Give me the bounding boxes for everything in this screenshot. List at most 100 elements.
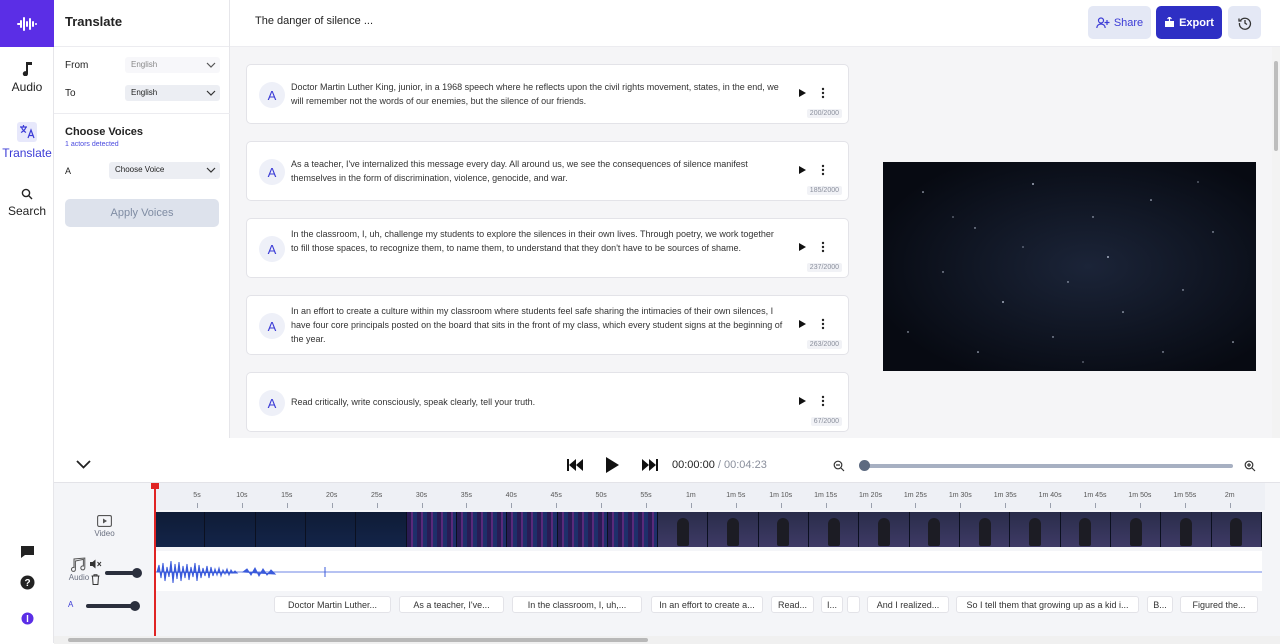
volume-handle[interactable] [132,568,142,578]
to-language-select[interactable]: English [125,85,220,101]
audio-label: Audio [68,573,90,582]
left-rail: Audio Translate Search ? [0,0,54,643]
zoom-out-icon[interactable] [833,460,845,472]
help-button[interactable]: ? [0,575,54,590]
segment-card[interactable]: A As a teacher, I've internalized this m… [246,141,849,201]
audio-volume-slider[interactable] [105,568,142,578]
ruler-tick-label: 10s [236,492,248,499]
speaker-figure [928,518,941,546]
caption-chip[interactable]: Doctor Martin Luther... [274,596,391,613]
caption-chip[interactable]: In the classroom, I, uh,... [512,596,642,613]
audio-track[interactable] [155,551,1262,591]
history-button[interactable] [1228,6,1261,39]
play-icon[interactable] [797,88,807,98]
segment-card[interactable]: A Read critically, write consciously, sp… [246,372,849,432]
segment-text[interactable]: Read critically, write consciously, spea… [291,395,783,409]
skip-back-icon[interactable] [567,459,583,471]
speaker-avatar[interactable]: A [259,236,285,262]
zoom-slider[interactable] [861,464,1233,468]
mute-icon[interactable] [90,559,102,569]
play-icon[interactable] [797,165,807,175]
video-frame-thumbnail [406,512,457,547]
more-vertical-icon[interactable] [820,87,826,99]
rail-item-translate[interactable]: Translate [0,122,54,160]
speaker-avatar[interactable]: A [259,159,285,185]
more-vertical-icon[interactable] [820,164,826,176]
video-track[interactable] [155,512,1262,547]
ruler-tick-label: 5s [193,492,201,499]
ruler-tick-label: 25s [370,492,383,499]
segment-text[interactable]: Doctor Martin Luther King, junior, in a … [291,80,783,108]
speaker-avatar[interactable]: A [259,82,285,108]
segment-text[interactable]: As a teacher, I've internalized this mes… [291,157,783,185]
play-icon[interactable] [605,457,619,473]
speaker-figure [1079,518,1092,546]
play-icon[interactable] [797,396,807,406]
caption-volume-slider[interactable] [86,601,140,611]
panel-title: Translate [54,0,229,47]
trash-icon[interactable] [91,574,100,585]
caption-chip[interactable]: B... [1147,596,1173,613]
rail-item-search[interactable]: Search [0,188,54,218]
char-count: 200/2000 [806,109,842,118]
playhead[interactable] [154,483,156,638]
scrollbar-thumb[interactable] [1274,61,1278,151]
more-vertical-icon[interactable] [820,395,826,407]
share-button[interactable]: Share [1088,6,1151,39]
skip-forward-icon[interactable] [642,459,658,471]
scrollbar-thumb[interactable] [68,638,648,642]
document-title[interactable]: The danger of silence ... [255,15,373,27]
segment-card[interactable]: A In an effort to create a culture withi… [246,295,849,355]
video-frame-thumbnail [859,512,910,547]
ruler-tick-label: 30s [415,492,428,499]
ruler-tick-label: 55s [640,492,652,499]
caption-chip[interactable]: I... [821,596,843,613]
play-icon[interactable] [797,242,807,252]
caption-chip[interactable]: Read... [771,596,814,613]
video-preview[interactable] [883,162,1256,371]
caption-chip[interactable]: As a teacher, I've... [399,596,504,613]
choose-voice-select[interactable]: Choose Voice [109,162,220,179]
starfield-image [883,162,1256,371]
zoom-slider-handle[interactable] [859,460,870,471]
caption-chip[interactable]: So I tell them that growing up as a kid … [956,596,1139,613]
video-frame-thumbnail [507,512,558,547]
time-ruler[interactable]: 5s 10s 15s 20s 25s 30s 35s 40s 45s 50s 55s 1m 1m 5s 1… [155,483,1265,510]
svg-text:?: ? [24,578,30,589]
volume-handle[interactable] [130,601,140,611]
speaker-avatar[interactable]: A [259,390,285,416]
speaker-avatar[interactable]: A [259,313,285,339]
total-time: 00:04:23 [724,459,767,471]
caption-chip[interactable]: And I realized... [867,596,949,613]
rail-item-audio[interactable]: Audio [0,60,54,94]
video-label: Video [94,529,115,538]
video-frame-thumbnail [607,512,659,547]
vertical-scrollbar[interactable] [1272,47,1280,438]
player-controls: 00:00:00 / 00:04:23 [54,448,1280,482]
segment-card[interactable]: A Doctor Martin Luther King, junior, in … [246,64,849,124]
segment-card[interactable]: A In the classroom, I, uh, challenge my … [246,218,849,278]
search-icon [21,188,33,200]
collapse-chevron-icon[interactable] [76,459,91,469]
app-logo[interactable] [0,0,54,47]
export-label: Export [1179,16,1214,29]
segment-text[interactable]: In an effort to create a culture within … [291,304,783,346]
from-language-select[interactable]: English [125,57,220,73]
info-button[interactable] [0,612,54,625]
chat-button[interactable] [0,545,54,559]
more-vertical-icon[interactable] [820,241,826,253]
voice-row: A Choose Voice [65,162,220,179]
caption-chip[interactable] [847,596,860,613]
caption-chip[interactable]: In an effort to create a... [651,596,763,613]
play-icon[interactable] [797,319,807,329]
export-button[interactable]: Export [1156,6,1222,39]
ruler-tick-label: 1m 55s [1173,492,1197,499]
zoom-in-icon[interactable] [1244,460,1256,472]
ruler-tick-label: 20s [326,492,338,499]
ruler-tick-label: 1m 30s [948,492,972,499]
segment-text[interactable]: In the classroom, I, uh, challenge my st… [291,227,783,255]
apply-voices-button[interactable]: Apply Voices [65,199,219,227]
ruler-tick-label: 1m [686,492,696,499]
caption-chip[interactable]: Figured the... [1180,596,1258,613]
more-vertical-icon[interactable] [820,318,826,330]
